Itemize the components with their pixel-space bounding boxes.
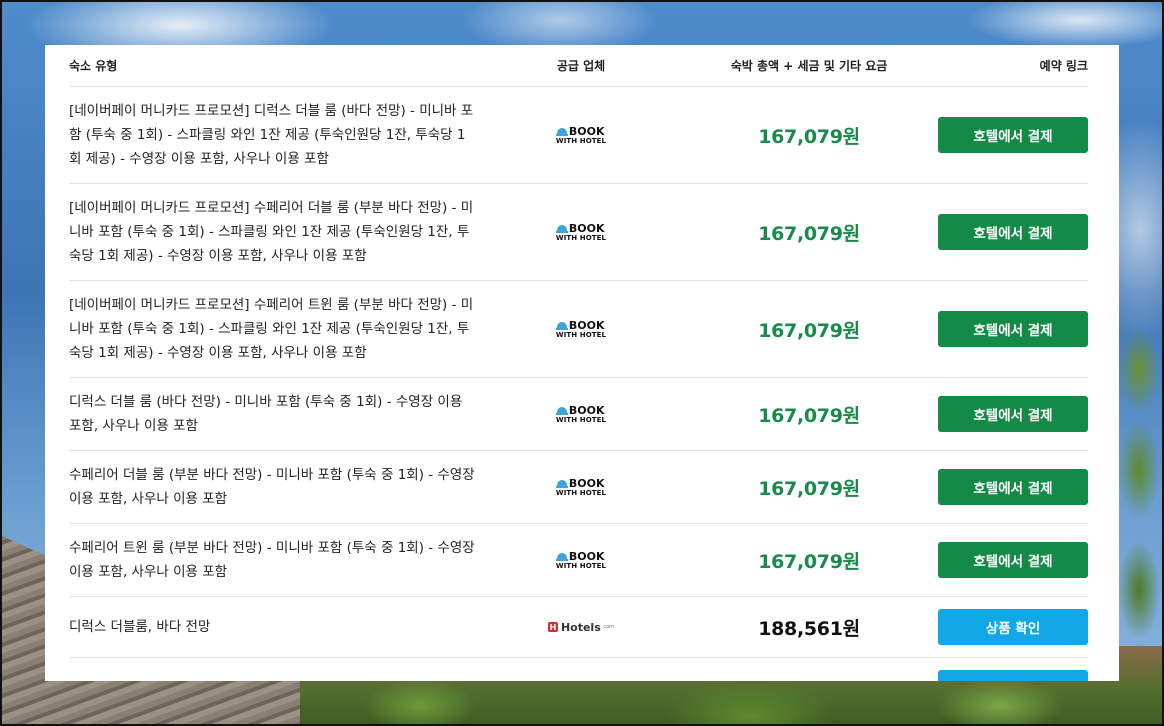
pay-at-hotel-button[interactable]: 호텔에서 결제 — [938, 311, 1088, 347]
bell-icon — [555, 224, 568, 233]
partial-button[interactable] — [938, 670, 1088, 681]
header-room-type: 숙소 유형 — [69, 59, 118, 73]
table-row: 디럭스 더블룸, 바다 전망 H Hotels .com 188,561원 상품… — [69, 597, 1088, 658]
provider-cell: BOOK WITH HOTEL — [477, 320, 685, 339]
room-price: 167,079원 — [758, 319, 860, 342]
hotels-com-logo[interactable]: H Hotels .com — [547, 620, 615, 634]
table-row: 수페리어 더블 룸 (부분 바다 전망) - 미니바 포함 (투숙 중 1회) … — [69, 451, 1088, 524]
hotels-logo-icon: H — [547, 622, 558, 632]
book-with-hotel-logo[interactable]: BOOK WITH HOTEL — [555, 476, 607, 497]
logo-text-bottom: WITH HOTEL — [555, 488, 607, 497]
room-price: 167,079원 — [758, 222, 860, 245]
room-description: [네이버페이 머니카드 프로모션] 수페리어 트윈 룸 (부분 바다 전망) -… — [69, 297, 474, 361]
table-header: 숙소 유형 공급 업체 숙박 총액 + 세금 및 기타 요금 예약 링크 — [69, 45, 1088, 87]
logo-text-bottom: WITH HOTEL — [555, 330, 607, 339]
bell-icon — [555, 321, 568, 330]
logo-text-top: BOOK — [568, 549, 605, 563]
pay-at-hotel-button[interactable]: 호텔에서 결제 — [938, 396, 1088, 432]
view-deal-button[interactable]: 상품 확인 — [938, 609, 1088, 645]
room-description: 디럭스 더블 룸 (바다 전망) - 미니바 포함 (투숙 중 1회) - 수영… — [69, 394, 463, 434]
book-with-hotel-logo[interactable]: BOOK WITH HOTEL — [555, 403, 607, 424]
logo-text-bottom: WITH HOTEL — [555, 415, 607, 424]
table-row: 수페리어 트윈 룸 (부분 바다 전망) - 미니바 포함 (투숙 중 1회) … — [69, 524, 1088, 597]
room-description: [네이버페이 머니카드 프로모션] 수페리어 더블 룸 (부분 바다 전망) -… — [69, 200, 474, 264]
logo-text-top: BOOK — [568, 124, 605, 138]
room-description: [네이버페이 머니카드 프로모션] 디럭스 더블 룸 (바다 전망) - 미니바… — [69, 103, 474, 167]
pay-at-hotel-button[interactable]: 호텔에서 결제 — [938, 214, 1088, 250]
room-price: 167,079원 — [758, 477, 860, 500]
provider-cell: BOOK WITH HOTEL — [477, 223, 685, 242]
bell-icon — [555, 406, 568, 415]
logo-text-bottom: .com — [601, 624, 615, 630]
provider-cell: BOOK WITH HOTEL — [477, 405, 685, 424]
room-rates-panel: 숙소 유형 공급 업체 숙박 총액 + 세금 및 기타 요금 예약 링크 [네이… — [45, 45, 1119, 681]
table-row: 디럭스 더블 룸 (바다 전망) - 미니바 포함 (투숙 중 1회) - 수영… — [69, 378, 1088, 451]
book-with-hotel-logo[interactable]: BOOK WITH HOTEL — [555, 318, 607, 339]
room-price: 188,561원 — [758, 617, 860, 640]
pay-at-hotel-button[interactable]: 호텔에서 결제 — [938, 542, 1088, 578]
room-price: 167,079원 — [758, 125, 860, 148]
logo-text-top: BOOK — [568, 476, 605, 490]
logo-text-bottom: WITH HOTEL — [555, 561, 607, 570]
pay-at-hotel-button[interactable]: 호텔에서 결제 — [938, 469, 1088, 505]
header-booking: 예약 링크 — [1039, 59, 1088, 73]
book-with-hotel-logo[interactable]: BOOK WITH HOTEL — [555, 124, 607, 145]
bell-icon — [555, 127, 568, 136]
room-price: 167,079원 — [758, 404, 860, 427]
book-with-hotel-logo[interactable]: BOOK WITH HOTEL — [555, 221, 607, 242]
room-rates-table: 숙소 유형 공급 업체 숙박 총액 + 세금 및 기타 요금 예약 링크 [네이… — [69, 45, 1088, 681]
table-row: [네이버페이 머니카드 프로모션] 수페리어 더블 룸 (부분 바다 전망) -… — [69, 184, 1088, 281]
provider-cell: BOOK WITH HOTEL — [477, 478, 685, 497]
header-provider: 공급 업체 — [556, 59, 606, 73]
header-total: 숙박 총액 + 세금 및 기타 요금 — [730, 59, 888, 73]
logo-text-top: BOOK — [568, 318, 605, 332]
room-price: 167,079원 — [758, 550, 860, 573]
table-row-partial — [69, 658, 1088, 681]
room-description: 디럭스 더블룸, 바다 전망 — [69, 619, 211, 635]
logo-text-top: BOOK — [568, 403, 605, 417]
table-row: [네이버페이 머니카드 프로모션] 수페리어 트윈 룸 (부분 바다 전망) -… — [69, 281, 1088, 378]
logo-text-bottom: WITH HOTEL — [555, 233, 607, 242]
table-row: [네이버페이 머니카드 프로모션] 디럭스 더블 룸 (바다 전망) - 미니바… — [69, 87, 1088, 184]
logo-text-top: BOOK — [568, 221, 605, 235]
room-description: 수페리어 트윈 룸 (부분 바다 전망) - 미니바 포함 (투숙 중 1회) … — [69, 540, 475, 580]
provider-cell: BOOK WITH HOTEL — [477, 126, 685, 145]
provider-cell: H Hotels .com — [477, 621, 685, 634]
pay-at-hotel-button[interactable]: 호텔에서 결제 — [938, 117, 1088, 153]
bell-icon — [555, 552, 568, 561]
book-with-hotel-logo[interactable]: BOOK WITH HOTEL — [555, 549, 607, 570]
room-description: 수페리어 더블 룸 (부분 바다 전망) - 미니바 포함 (투숙 중 1회) … — [69, 467, 475, 507]
provider-cell: BOOK WITH HOTEL — [477, 551, 685, 570]
logo-text-top: Hotels — [560, 620, 601, 634]
logo-text-bottom: WITH HOTEL — [555, 136, 607, 145]
bell-icon — [555, 479, 568, 488]
